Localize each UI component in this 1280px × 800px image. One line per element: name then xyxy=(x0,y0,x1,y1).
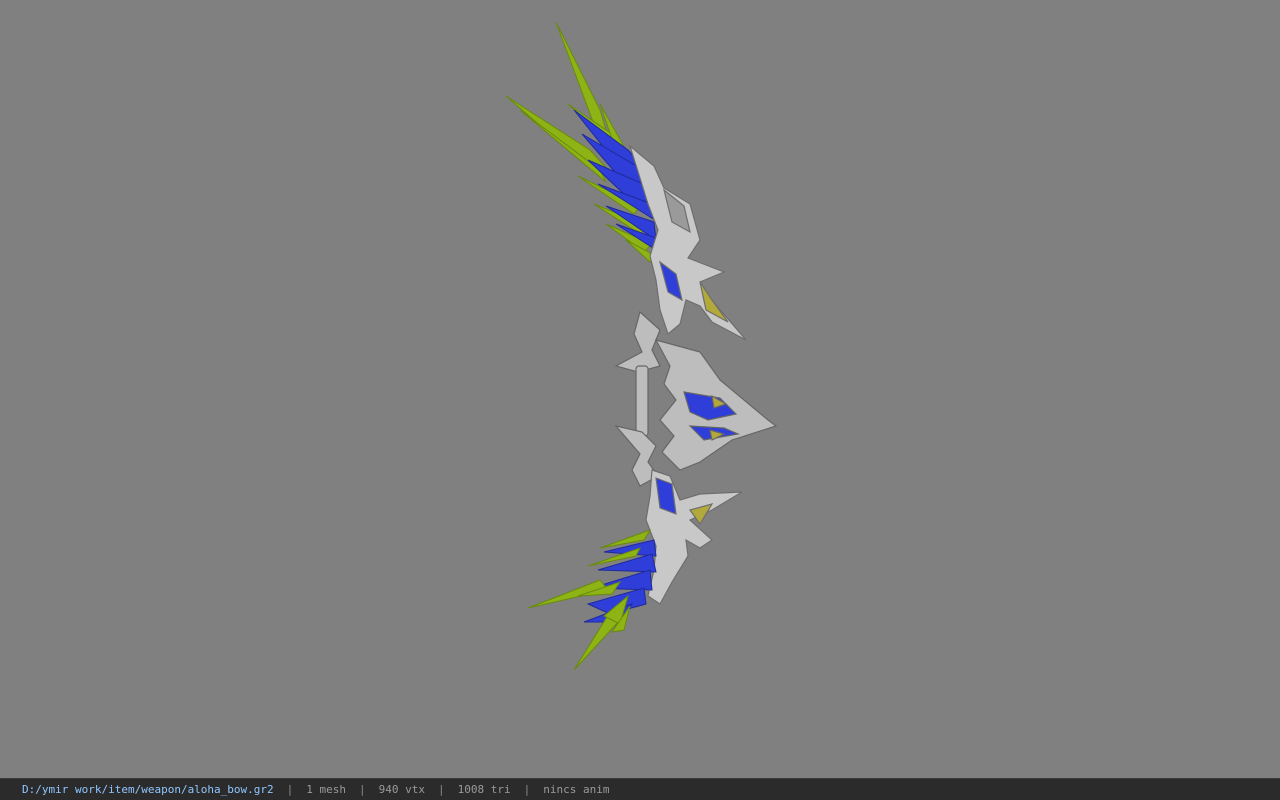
vertex-count: 940 vtx xyxy=(378,783,426,796)
separator: | xyxy=(359,783,366,796)
separator: | xyxy=(438,783,445,796)
lower-limb-metal xyxy=(645,469,743,605)
3d-viewport[interactable] xyxy=(0,0,1280,778)
bow-model-render xyxy=(505,21,778,671)
triangle-count: 1008 tri xyxy=(457,783,511,796)
separator: | xyxy=(523,783,531,796)
upper-green-feathers xyxy=(505,21,657,263)
mesh-count: 1 mesh xyxy=(306,783,347,796)
separator: | xyxy=(286,783,294,796)
file-path: D:/ymir work/item/weapon/aloha_bow.gr2 xyxy=(22,783,274,796)
status-bar: D:/ymir work/item/weapon/aloha_bow.gr2 |… xyxy=(0,778,1280,800)
animation-status: nincs anim xyxy=(543,783,610,796)
bow-riser-grip xyxy=(614,310,778,487)
bow-3d-model xyxy=(505,21,778,671)
